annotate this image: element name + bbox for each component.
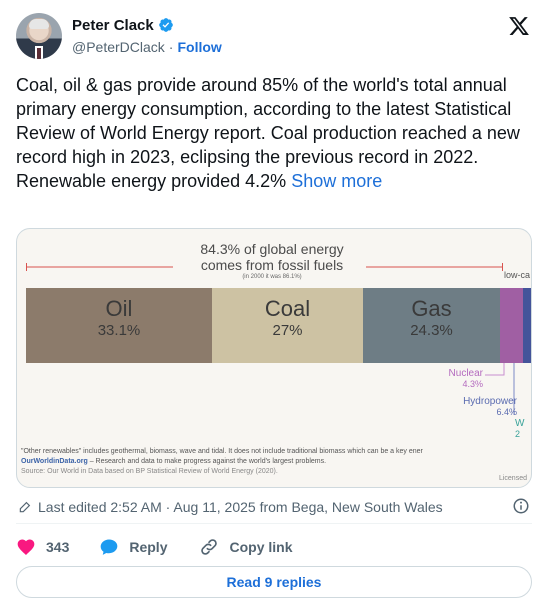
media-image[interactable]: 84.3% of global energy comes from fossil… [16, 228, 532, 488]
avatar[interactable] [16, 13, 62, 59]
nuclear-label: Nuclear [448, 368, 483, 379]
author-handle-row: @PeterDClack · Follow [72, 37, 222, 57]
edited-timestamp[interactable]: Last edited 2:52 AM · Aug 11, 2025 from … [38, 499, 443, 515]
segment-coal-label: Coal [264, 296, 311, 321]
like-count: 343 [46, 539, 70, 555]
owid-link: OurWorldinData.org [21, 458, 88, 465]
segment-coal-pct: 27% [272, 322, 303, 339]
reply-bubble-icon [101, 539, 118, 555]
action-bar: 343 Reply Copy link [16, 535, 293, 559]
segment-oil-label: Oil [105, 296, 133, 321]
footnote-source: Source: Our World in Data based on BP St… [21, 468, 278, 475]
hydropower-pct: 6.4% [496, 407, 517, 417]
like-button[interactable]: 343 [16, 537, 99, 557]
info-icon[interactable] [512, 497, 530, 515]
segment-gas-pct: 24.3% [410, 322, 453, 339]
footnote-line-1: "Other renewables" includes geothermal, … [21, 448, 423, 455]
hydropower-label: Hydropower [463, 396, 517, 407]
callout-small: (in 2000 it was 86.1%) [242, 274, 302, 280]
link-icon [201, 539, 218, 555]
author-handle[interactable]: @PeterDClack [72, 39, 165, 55]
tweet-header: Peter Clack @PeterDClack · Follow [16, 13, 532, 61]
low-carbon-label: low-ca [504, 270, 531, 280]
show-more-link[interactable]: Show more [291, 171, 382, 191]
owid-tagline: – Research and data to make progress aga… [87, 458, 327, 465]
read-replies-button[interactable]: Read 9 replies [16, 566, 532, 598]
x-logo-icon[interactable] [508, 15, 530, 37]
callout-line-1: 84.3% of global energy [200, 241, 344, 257]
author-name[interactable]: Peter Clack [72, 17, 154, 34]
edited-meta: Last edited 2:52 AM · Aug 11, 2025 from … [16, 497, 532, 517]
author-name-row: Peter Clack [72, 15, 174, 35]
tweet-body: Coal, oil & gas provide around 85% of th… [16, 75, 520, 191]
separator-dot: · [168, 39, 174, 55]
chart-footnote: "Other renewables" includes geothermal, … [21, 447, 529, 477]
wind-label: W [515, 418, 525, 429]
licensed-label: Licensed [498, 475, 527, 482]
hydropower-annotation: Hydropower 6.4% [437, 396, 517, 418]
verified-badge-icon [158, 18, 173, 32]
segment-oil: Oil 33.1% [26, 288, 212, 363]
segment-hydropower [523, 288, 531, 363]
segment-coal: Coal 27% [212, 288, 363, 363]
pencil-icon [19, 501, 31, 513]
nuclear-pct: 4.3% [462, 379, 483, 389]
copy-link-button[interactable]: Copy link [199, 537, 293, 557]
fossil-callout: 84.3% of global energy comes from fossil… [177, 241, 367, 282]
nuclear-annotation: Nuclear 4.3% [427, 368, 483, 390]
reply-button[interactable]: Reply [99, 537, 167, 557]
fossil-bracket [26, 263, 503, 271]
copy-link-label: Copy link [229, 539, 293, 555]
tweet-text: Coal, oil & gas provide around 85% of th… [16, 73, 528, 193]
wind-annotation: W 2 [515, 418, 531, 440]
heart-icon [17, 539, 35, 555]
follow-button[interactable]: Follow [177, 39, 221, 55]
segment-gas: Gas 24.3% [363, 288, 500, 363]
segment-oil-pct: 33.1% [97, 322, 141, 339]
divider [16, 523, 532, 524]
reply-label: Reply [129, 539, 168, 555]
segment-gas-label: Gas [411, 296, 452, 321]
wind-pct: 2 [515, 429, 521, 439]
segment-nuclear [500, 288, 523, 363]
